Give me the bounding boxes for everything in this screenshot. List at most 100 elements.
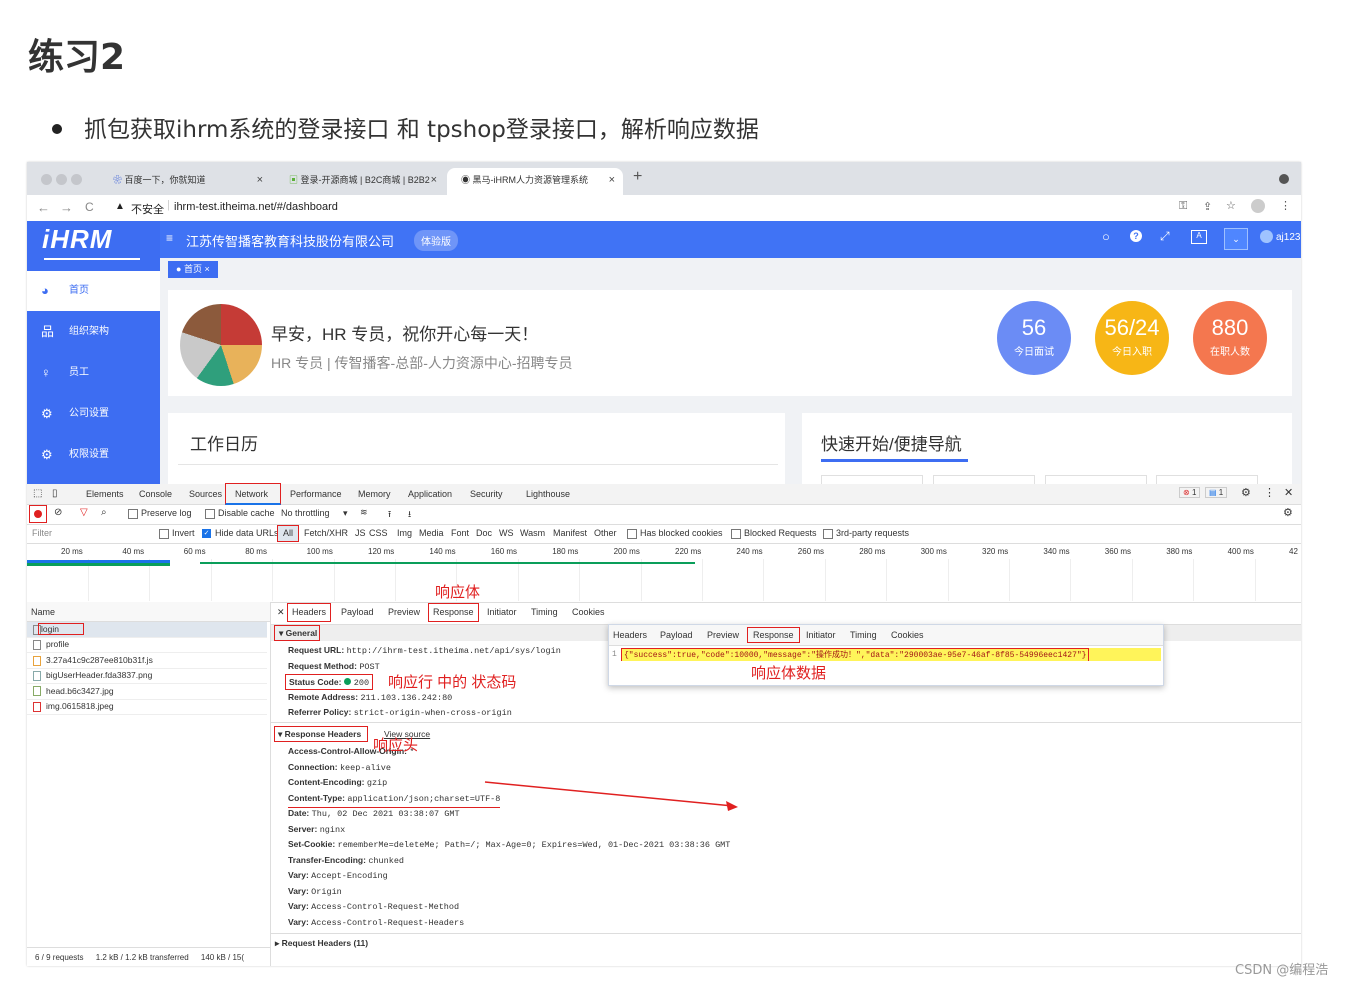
filter-type-other[interactable]: Other xyxy=(594,528,617,538)
url-input[interactable]: ihrm-test.itheima.net/#/dashboard xyxy=(174,201,338,213)
user-avatar[interactable] xyxy=(1260,230,1273,243)
filter-funnel-icon[interactable]: ▽ xyxy=(80,507,88,518)
theme-dropdown[interactable]: ⌄ xyxy=(1224,228,1248,250)
devtools-tab-memory[interactable]: Memory xyxy=(358,484,391,504)
sidebar-item[interactable]: ♀ 员工 xyxy=(27,353,160,393)
search-icon[interactable]: ⌕ xyxy=(101,507,107,518)
invert-checkbox[interactable] xyxy=(159,529,169,539)
network-settings-gear-icon[interactable]: ⚙ xyxy=(1283,506,1293,519)
help-icon[interactable]: ? xyxy=(1130,230,1142,242)
devtools-tab-elements[interactable]: Elements xyxy=(86,484,124,504)
detail-tab-response[interactable]: Response xyxy=(428,603,479,622)
popup-tab-response[interactable]: Response xyxy=(747,627,800,643)
popup-tab-headers[interactable]: Headers xyxy=(613,630,647,640)
devtools-tab-console[interactable]: Console xyxy=(139,484,172,504)
hamburger-icon[interactable]: ≡ xyxy=(166,231,173,245)
popup-tab-payload[interactable]: Payload xyxy=(660,630,693,640)
fullscreen-icon[interactable]: ⤢ xyxy=(1160,229,1170,244)
share-icon[interactable]: ⇪ xyxy=(1203,200,1212,213)
devtools-tab-application[interactable]: Application xyxy=(408,484,452,504)
request-row[interactable]: bigUserHeader.fda3837.png xyxy=(27,668,267,685)
popup-tab-preview[interactable]: Preview xyxy=(707,630,739,640)
filter-type-manifest[interactable]: Manifest xyxy=(553,528,587,538)
close-devtools-icon[interactable]: ✕ xyxy=(1284,486,1293,499)
devtools-tab-network[interactable]: Network xyxy=(225,483,281,505)
blocked-requests-checkbox[interactable] xyxy=(731,529,741,539)
more-menu-icon[interactable]: ⋮ xyxy=(1280,199,1291,212)
sidebar-item[interactable]: 品 组织架构 xyxy=(27,312,160,352)
filter-input[interactable]: Filter xyxy=(32,528,52,538)
profile-avatar-icon[interactable] xyxy=(1251,199,1265,213)
tab-search-icon[interactable] xyxy=(1279,174,1289,184)
browser-tab-tpshop[interactable]: ▣ 登录-开源商城 | B2C商城 | B2B2 × xyxy=(275,168,445,195)
devtools-tab-sources[interactable]: Sources xyxy=(189,484,222,504)
filter-type-doc[interactable]: Doc xyxy=(476,528,492,538)
general-title[interactable]: ▾ General xyxy=(274,625,320,641)
reload-icon[interactable]: C xyxy=(85,200,94,214)
key-icon[interactable]: ⚿ xyxy=(1179,200,1187,213)
detail-tab-timing[interactable]: Timing xyxy=(531,607,558,617)
preserve-log-checkbox[interactable] xyxy=(128,509,138,519)
disable-cache-checkbox[interactable] xyxy=(205,509,215,519)
filter-type-font[interactable]: Font xyxy=(451,528,469,538)
new-tab-button[interactable]: + xyxy=(633,168,642,186)
filter-type-js[interactable]: JS xyxy=(355,528,366,538)
forward-icon[interactable]: → xyxy=(60,200,73,215)
browser-tab-ihrm[interactable]: ◉ 黑马-iHRM人力资源管理系统 × xyxy=(447,168,623,195)
third-party-checkbox[interactable] xyxy=(823,529,833,539)
detail-tab-payload[interactable]: Payload xyxy=(341,607,374,617)
devtools-tab-lighthouse[interactable]: Lighthouse xyxy=(526,484,570,504)
sidebar-item[interactable]: ⚙ 权限设置 xyxy=(27,435,160,475)
window-close-dot[interactable] xyxy=(41,174,52,185)
settings-gear-icon[interactable]: ⚙ xyxy=(1241,486,1251,499)
language-icon[interactable]: A xyxy=(1191,230,1207,244)
inspect-element-icon[interactable]: ⬚ xyxy=(33,488,42,499)
hide-data-urls-checkbox[interactable]: ✓ xyxy=(202,529,211,538)
window-zoom-dot[interactable] xyxy=(71,174,82,185)
filter-type-fetch-xhr[interactable]: Fetch/XHR xyxy=(304,528,348,538)
tab-close-icon[interactable]: × xyxy=(257,168,263,192)
sidebar-item[interactable]: ◕ 首页 xyxy=(27,271,160,311)
error-count-badge[interactable]: ⊗ 1 xyxy=(1179,487,1201,498)
filter-type-img[interactable]: Img xyxy=(397,528,412,538)
request-row[interactable]: 3.27a41c9c287ee810b31f.js xyxy=(27,653,267,669)
request-row[interactable]: login xyxy=(27,622,267,638)
record-button-icon[interactable] xyxy=(34,510,42,518)
filter-type-wasm[interactable]: Wasm xyxy=(520,528,545,538)
import-har-icon[interactable]: ⭱ xyxy=(388,507,391,523)
tag-home[interactable]: ● 首页 × xyxy=(168,261,218,278)
window-minimize-dot[interactable] xyxy=(56,174,67,185)
back-icon[interactable]: ← xyxy=(37,200,50,215)
request-row[interactable]: img.0615818.jpeg xyxy=(27,699,267,715)
filter-type-all[interactable]: All xyxy=(277,525,299,542)
blocked-cookies-checkbox[interactable] xyxy=(627,529,637,539)
filter-type-media[interactable]: Media xyxy=(419,528,444,538)
throttling-select[interactable]: No throttling xyxy=(281,508,330,518)
detail-tab-headers[interactable]: Headers xyxy=(287,603,332,622)
request-row[interactable]: profile xyxy=(27,637,267,654)
username[interactable]: aj123 xyxy=(1276,232,1300,243)
devtools-tab-performance[interactable]: Performance xyxy=(290,484,342,504)
more-options-icon[interactable]: ⋮ xyxy=(1264,486,1275,499)
filter-type-ws[interactable]: WS xyxy=(499,528,514,538)
search-icon[interactable]: ○ xyxy=(1102,229,1110,244)
popup-tab-timing[interactable]: Timing xyxy=(850,630,877,640)
detail-tab-initiator[interactable]: Initiator xyxy=(487,607,517,617)
request-row[interactable]: head.b6c3427.jpg xyxy=(27,684,267,700)
tab-close-icon[interactable]: × xyxy=(609,168,615,192)
export-har-icon[interactable]: ⭳ xyxy=(408,507,411,523)
filter-type-css[interactable]: CSS xyxy=(369,528,388,538)
request-headers-title[interactable]: ▸ Request Headers (11) xyxy=(275,938,368,949)
throttling-chevron-icon[interactable]: ▾ xyxy=(343,508,348,519)
devtools-tab-security[interactable]: Security xyxy=(470,484,503,504)
tab-close-icon[interactable]: × xyxy=(431,168,437,192)
bookmark-star-icon[interactable]: ☆ xyxy=(1226,199,1236,212)
browser-tab-baidu[interactable]: ❀ 百度一下，你就知道 × xyxy=(99,168,271,195)
popup-tab-initiator[interactable]: Initiator xyxy=(806,630,836,640)
popup-tab-cookies[interactable]: Cookies xyxy=(891,630,924,640)
clear-icon[interactable]: ⊘ xyxy=(54,507,62,518)
sidebar-item[interactable]: ⚙ 公司设置 xyxy=(27,394,160,434)
device-toolbar-icon[interactable]: ▯ xyxy=(52,488,58,499)
network-conditions-icon[interactable]: ≋ xyxy=(360,507,368,518)
detail-tab-cookies[interactable]: Cookies xyxy=(572,607,605,617)
